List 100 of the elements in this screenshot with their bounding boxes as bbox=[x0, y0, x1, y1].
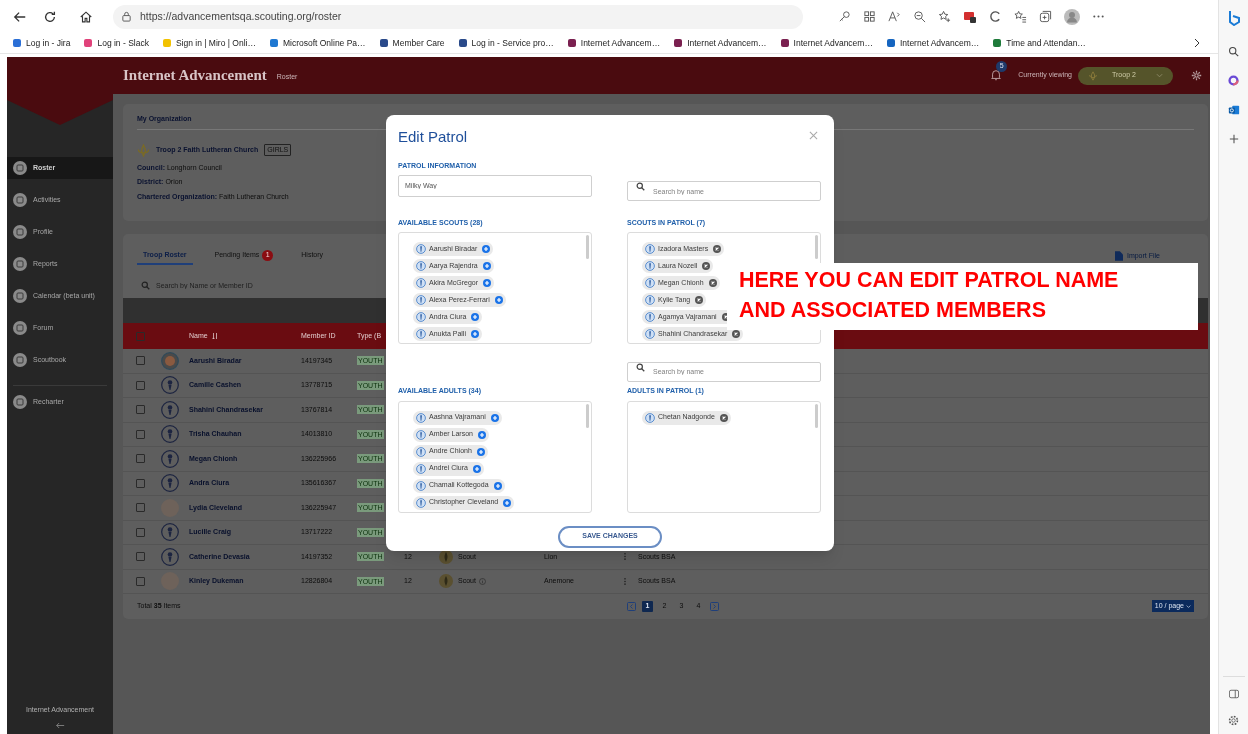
nav-icon bbox=[13, 161, 27, 175]
checkbox[interactable] bbox=[136, 503, 145, 513]
bookmark[interactable]: Microsoft Online Pa… bbox=[268, 36, 366, 50]
scrollbar-thumb[interactable] bbox=[815, 403, 818, 428]
checkbox[interactable] bbox=[136, 454, 145, 464]
person-icon bbox=[416, 497, 426, 508]
address-bar[interactable]: https://advancementsqa.scouting.org/roster bbox=[113, 4, 803, 29]
add-button[interactable] bbox=[493, 481, 502, 490]
notifications-icon[interactable] bbox=[990, 68, 1003, 81]
person-icon bbox=[645, 295, 655, 305]
remove-button[interactable] bbox=[713, 245, 722, 253]
bookmark[interactable]: Internet Advancem… bbox=[885, 36, 980, 50]
bookmark-icon bbox=[378, 38, 389, 48]
scrollbar-thumb[interactable] bbox=[586, 235, 589, 259]
bookmark[interactable]: Internet Advancem… bbox=[779, 36, 873, 50]
bookmark-icon bbox=[457, 38, 468, 48]
add-button[interactable] bbox=[476, 447, 485, 456]
person-icon bbox=[416, 446, 426, 457]
search-icon bbox=[636, 362, 645, 372]
checkbox[interactable] bbox=[136, 429, 145, 439]
add-button[interactable] bbox=[503, 498, 512, 507]
bookmark-icon bbox=[992, 38, 1003, 48]
back-icon[interactable] bbox=[13, 9, 27, 24]
settings-icon[interactable] bbox=[1228, 715, 1239, 726]
add-button[interactable] bbox=[470, 330, 479, 338]
sort-icon[interactable] bbox=[211, 332, 218, 340]
bookmark[interactable]: Log in - Service pro… bbox=[457, 36, 554, 50]
favorites-icon[interactable] bbox=[1014, 10, 1027, 23]
add-button[interactable] bbox=[472, 464, 481, 473]
zoom-out-icon[interactable] bbox=[913, 10, 926, 23]
nav-icon bbox=[13, 289, 27, 303]
person-icon bbox=[416, 278, 426, 288]
add-icon[interactable] bbox=[1228, 134, 1239, 144]
remove-button[interactable] bbox=[708, 279, 717, 287]
emblem-icon bbox=[439, 574, 453, 589]
add-button[interactable] bbox=[482, 262, 491, 270]
remove-button[interactable] bbox=[695, 296, 704, 304]
remove-button[interactable] bbox=[732, 330, 741, 338]
person-icon bbox=[416, 412, 426, 423]
scrollbar-thumb[interactable] bbox=[815, 235, 818, 259]
close-icon[interactable] bbox=[809, 130, 818, 140]
read-aloud-icon[interactable] bbox=[888, 10, 901, 23]
file-icon bbox=[1114, 250, 1123, 261]
avatar-icon bbox=[161, 547, 179, 566]
bookmark[interactable]: Internet Advancem… bbox=[673, 36, 767, 50]
nav-icon bbox=[13, 193, 27, 207]
home-icon[interactable] bbox=[79, 9, 93, 24]
checkbox[interactable] bbox=[136, 331, 145, 341]
add-button[interactable] bbox=[483, 279, 491, 287]
remove-button[interactable] bbox=[719, 413, 728, 422]
bookmark[interactable]: Sign in | Miro | Onli… bbox=[161, 36, 256, 50]
sidebar-panel-icon[interactable] bbox=[1228, 689, 1239, 699]
chevron-down-icon bbox=[1156, 72, 1163, 79]
refresh-icon[interactable] bbox=[43, 9, 57, 24]
avatar-icon bbox=[161, 400, 179, 419]
emblem-icon bbox=[137, 143, 150, 157]
scrollbar-thumb[interactable] bbox=[586, 403, 589, 428]
bookmark-icon bbox=[268, 38, 279, 48]
key-icon[interactable] bbox=[838, 10, 851, 23]
bookmark-icon bbox=[566, 38, 577, 48]
settings-icon[interactable] bbox=[1191, 70, 1202, 81]
nav-icon bbox=[13, 395, 27, 409]
checkbox[interactable] bbox=[136, 356, 145, 366]
app-title: Internet Advancement bbox=[123, 66, 267, 86]
bookmark[interactable]: Log in - Slack bbox=[83, 36, 149, 50]
checkbox[interactable] bbox=[136, 478, 145, 488]
collections-icon[interactable] bbox=[1039, 10, 1052, 23]
add-button[interactable] bbox=[477, 430, 486, 439]
extension-icon[interactable] bbox=[963, 9, 977, 24]
mail-icon[interactable] bbox=[1227, 104, 1240, 116]
remove-button[interactable] bbox=[702, 262, 711, 270]
add-button[interactable] bbox=[482, 245, 491, 253]
bookmark[interactable]: Member Care bbox=[378, 36, 445, 50]
chevron-right-icon[interactable] bbox=[1192, 38, 1202, 48]
person-icon bbox=[416, 480, 426, 491]
checkbox[interactable] bbox=[136, 576, 145, 586]
person-icon bbox=[645, 261, 655, 271]
add-favorite-icon[interactable] bbox=[938, 10, 951, 23]
add-button[interactable] bbox=[471, 313, 480, 321]
add-button[interactable] bbox=[494, 296, 503, 304]
checkbox[interactable] bbox=[136, 527, 145, 537]
person-icon bbox=[416, 329, 426, 339]
bookmark[interactable]: Internet Advancem… bbox=[566, 36, 661, 50]
person-icon bbox=[416, 312, 426, 322]
profile-avatar-icon[interactable] bbox=[1064, 8, 1080, 25]
nav-icon bbox=[13, 257, 27, 271]
checkbox[interactable] bbox=[136, 380, 145, 390]
bookmark[interactable]: Log in - Jira bbox=[12, 36, 71, 50]
checkbox[interactable] bbox=[136, 552, 145, 562]
checkbox[interactable] bbox=[136, 405, 145, 415]
person-icon bbox=[416, 429, 426, 440]
search-icon[interactable] bbox=[1228, 46, 1239, 57]
bookmark[interactable]: Time and Attendan… bbox=[992, 36, 1086, 50]
collapse-arrow-icon[interactable] bbox=[55, 721, 65, 730]
emblem-icon bbox=[1088, 70, 1098, 81]
add-button[interactable] bbox=[490, 413, 499, 422]
avatar-icon bbox=[161, 425, 179, 444]
grid-icon[interactable] bbox=[863, 10, 876, 23]
avatar-icon bbox=[161, 474, 179, 493]
ring-icon[interactable] bbox=[1228, 75, 1239, 86]
